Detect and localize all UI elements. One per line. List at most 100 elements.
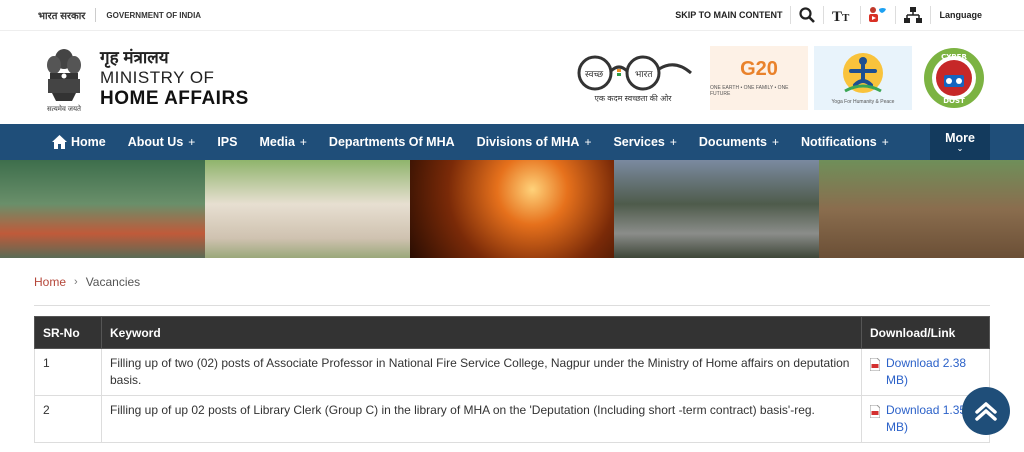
cyber-bottom-text: DOST (943, 97, 965, 105)
title-english-line2: HOME AFFAIRS (100, 88, 249, 109)
chevron-right-icon: › (74, 275, 78, 288)
gov-hindi: भारत सरकार (38, 11, 86, 22)
search-button[interactable] (790, 6, 823, 24)
nav-item-label: Home (71, 135, 106, 149)
header-keyword: Keyword (101, 316, 862, 349)
lion-capital-icon (47, 48, 81, 101)
gov-english: GOVERNMENT OF INDIA (106, 10, 202, 20)
banner-image-parade (204, 160, 410, 258)
nav-item-about-us[interactable]: About Us + (128, 124, 196, 160)
more-label: More (945, 131, 975, 145)
site-header: सत्यमेव जयते गृह मंत्रालय MINISTRY OF HO… (0, 30, 1024, 124)
g20-subtitle: ONE EARTH • ONE FAMILY • ONE FUTURE (710, 85, 789, 97)
breadcrumb: Home › Vacancies (34, 258, 990, 306)
nav-item-label: Notifications (801, 135, 877, 149)
cell-sr-no: 1 (34, 348, 102, 396)
text-size-button[interactable]: TT (823, 6, 860, 24)
emblem-motto: सत्यमेव जयते (46, 105, 82, 113)
nav-item-media[interactable]: Media + (259, 124, 306, 160)
banner-image-disaster-response (819, 160, 1024, 258)
skip-to-main-content-link[interactable]: SKIP TO MAIN CONTENT (667, 6, 790, 24)
ministry-title: गृह मंत्रालय MINISTRY OF HOME AFFAIRS (100, 45, 249, 110)
home-icon (52, 135, 67, 149)
table-row: 1 Filling up of two (02) posts of Associ… (34, 348, 990, 396)
plus-icon: + (299, 135, 307, 149)
nav-item-notifications[interactable]: Notifications + (801, 124, 889, 160)
plus-icon: + (584, 135, 592, 149)
g20-logo[interactable]: G20 ONE EARTH • ONE FAMILY • ONE FUTURE (710, 45, 808, 110)
table-row: 2 Filling up of up 02 posts of Library C… (34, 395, 990, 443)
chevron-down-icon: ⌄ (956, 144, 964, 153)
vacancies-table-container: SR-No Keyword Download/Link 1 Filling up… (34, 316, 990, 443)
nav-item-services[interactable]: Services + (613, 124, 676, 160)
national-emblem: सत्यमेव जयते (38, 42, 90, 114)
nav-item-label: About Us (127, 135, 184, 149)
top-bar: भारत सरकार GOVERNMENT OF INDIA SKIP TO M… (0, 0, 1024, 30)
nav-item-label: Documents (698, 135, 767, 149)
yoga-day-logo[interactable]: Yoga For Humanity & Peace (814, 45, 912, 110)
pdf-icon (870, 358, 880, 371)
header-download: Download/Link (861, 316, 990, 349)
text-size-icon: TT (832, 9, 850, 23)
title-english-line1: MINISTRY OF (100, 68, 215, 87)
search-icon (799, 7, 816, 23)
divider (95, 8, 97, 22)
social-media-icon (869, 7, 887, 22)
ministry-brand[interactable]: सत्यमेव जयते गृह मंत्रालय MINISTRY OF HO… (38, 42, 249, 114)
double-chevron-up-icon (975, 402, 997, 421)
header-sr-no: SR-No (34, 316, 102, 349)
nav-item-ips[interactable]: IPS (217, 124, 237, 160)
nav-item-label: Services (613, 135, 665, 149)
banner-image-flood-rescue (0, 160, 205, 258)
nav-item-home[interactable]: Home (52, 124, 106, 160)
swachh-bharat-logo[interactable]: स्वच्छ भारत एक कदम स्वच्छता की ओर (568, 46, 698, 110)
breadcrumb-home-link[interactable]: Home (34, 275, 66, 289)
language-selector[interactable]: Language (930, 6, 990, 24)
main-navigation: Home About Us + IPS Media + Departments Of… (0, 124, 1024, 160)
breadcrumb-current: Vacancies (85, 274, 141, 289)
cyber-dost-logo[interactable]: CYBER DOST (918, 46, 990, 110)
cyber-top-text: CYBER (941, 53, 967, 61)
title-hindi: गृह मंत्रालय (100, 48, 169, 67)
download-link[interactable]: Download 2.38 MB) (870, 355, 981, 389)
social-media-button[interactable] (860, 6, 895, 24)
cell-sr-no: 2 (34, 395, 102, 443)
cell-download: Download 2.38 MB) (861, 348, 990, 396)
cell-keyword: Filling up of up 02 posts of Library Cle… (101, 395, 862, 443)
swachh-tagline: एक कदम स्वच्छता की ओर (594, 94, 672, 103)
download-label: Download 2.38 MB) (886, 356, 967, 387)
yoga-figure-icon (843, 52, 883, 93)
accessibility-tools: SKIP TO MAIN CONTENT TT Language (667, 0, 990, 30)
more-menu-button[interactable]: More ⌄ (930, 124, 990, 160)
cell-keyword: Filling up of two (02) posts of Associat… (101, 348, 862, 396)
vacancies-table: SR-No Keyword Download/Link 1 Filling up… (34, 316, 990, 443)
table-header-row: SR-No Keyword Download/Link (34, 316, 990, 349)
nav-item-label: Media (259, 135, 295, 149)
nav-item-label: IPS (217, 135, 238, 149)
nav-item-label: Departments Of MHA (328, 135, 455, 149)
g20-text: G20 (740, 58, 778, 80)
swachh-right-text: भारत (635, 70, 653, 80)
hero-banner (0, 160, 1024, 258)
sitemap-icon (904, 7, 923, 23)
government-label: भारत सरकार GOVERNMENT OF INDIA (38, 8, 201, 22)
banner-image-vehicle-check (614, 160, 820, 258)
nav-item-documents[interactable]: Documents + (699, 124, 779, 160)
nav-item-departments[interactable]: Departments Of MHA (329, 124, 455, 160)
sitemap-button[interactable] (895, 6, 930, 24)
svg-text:T: T (842, 12, 850, 23)
plus-icon: + (188, 135, 196, 149)
scroll-to-top-button[interactable] (962, 387, 1010, 435)
svg-text:T: T (832, 9, 842, 23)
yoga-subtitle: Yoga For Humanity & Peace (831, 98, 895, 105)
pdf-icon (870, 405, 880, 418)
banner-image-border-fence (409, 160, 615, 258)
plus-icon: + (771, 135, 779, 149)
glasses-icon: स्वच्छ भारत (577, 55, 692, 91)
cyber-dost-icon: CYBER DOST (924, 47, 984, 108)
nav-item-divisions[interactable]: Divisions of MHA + (477, 124, 592, 160)
nav-item-label: Divisions of MHA (476, 135, 580, 149)
plus-icon: + (881, 135, 889, 149)
plus-icon: + (669, 135, 677, 149)
swachh-left-text: स्वच्छ (585, 70, 604, 80)
